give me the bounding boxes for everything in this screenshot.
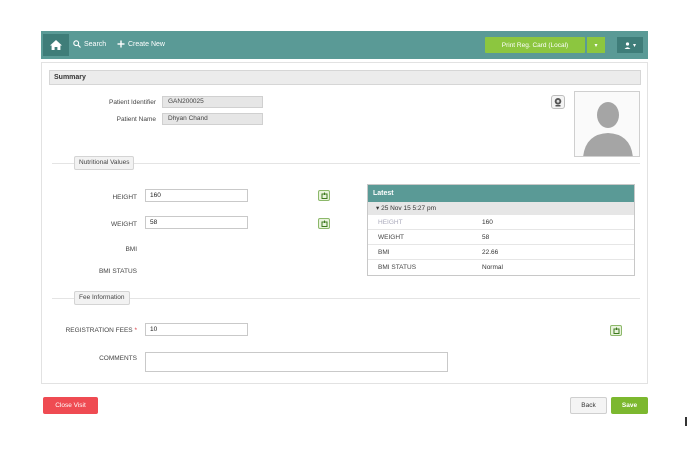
patient-identifier-label: Patient Identifier xyxy=(109,99,156,106)
home-button[interactable] xyxy=(43,34,69,56)
create-new-label: Create New xyxy=(128,40,165,48)
back-button[interactable]: Back xyxy=(570,397,607,414)
latest-row: BMI STATUS Normal xyxy=(368,260,634,275)
latest-row-key: WEIGHT xyxy=(378,234,404,241)
search-label: Search xyxy=(84,40,107,48)
home-icon xyxy=(50,40,62,50)
latest-date: 25 Nov 15 5:27 pm xyxy=(381,205,437,212)
edit-icon xyxy=(321,192,327,199)
user-icon xyxy=(624,41,631,49)
edit-icon xyxy=(613,327,619,334)
latest-row-value: Normal xyxy=(482,264,503,271)
fee-information-tab: Fee Information xyxy=(74,291,130,305)
close-visit-button[interactable]: Close Visit xyxy=(43,397,98,414)
summary-header: Summary xyxy=(49,70,641,85)
required-mark: * xyxy=(134,327,137,334)
weight-input[interactable]: 58 xyxy=(145,216,248,229)
plus-icon xyxy=(117,40,125,48)
avatar-placeholder-icon xyxy=(583,102,633,156)
save-button[interactable]: Save xyxy=(611,397,648,414)
latest-title: Latest xyxy=(368,185,634,202)
create-new-nav[interactable]: Create New xyxy=(117,40,165,48)
latest-row-key: HEIGHT xyxy=(378,219,403,226)
height-label: HEIGHT xyxy=(112,194,137,201)
fee-divider xyxy=(52,298,640,299)
fee-edit-button[interactable] xyxy=(610,325,622,336)
patient-photo xyxy=(574,91,640,157)
latest-row-value: 58 xyxy=(482,234,490,241)
latest-row-value: 22.66 xyxy=(482,249,499,256)
camera-button[interactable] xyxy=(551,95,565,109)
latest-row: WEIGHT 58 xyxy=(368,230,634,245)
caret-down-icon: ▾ xyxy=(376,205,380,212)
comments-textarea[interactable] xyxy=(145,352,448,372)
registration-fees-input[interactable]: 10 xyxy=(145,323,248,336)
latest-date-row[interactable]: ▾ 25 Nov 15 5:27 pm xyxy=(368,202,634,215)
search-icon xyxy=(73,40,81,48)
patient-identifier-value: GAN200025 xyxy=(162,96,263,108)
latest-row: HEIGHT 160 xyxy=(368,215,634,230)
height-edit-button[interactable] xyxy=(318,190,330,201)
patient-name-value: Dhyan Chand xyxy=(162,113,263,125)
bmi-label: BMI xyxy=(125,246,137,253)
latest-row-key: BMI STATUS xyxy=(378,264,417,271)
latest-row: BMI 22.66 xyxy=(368,245,634,260)
latest-row-key: BMI xyxy=(378,249,390,256)
search-nav[interactable]: Search xyxy=(73,40,106,48)
user-menu-button[interactable]: ▾ xyxy=(617,37,643,53)
camera-icon xyxy=(554,98,562,107)
patient-name-label: Patient Name xyxy=(116,116,156,123)
height-input[interactable]: 160 xyxy=(145,189,248,202)
weight-edit-button[interactable] xyxy=(318,218,330,229)
registration-fees-text: REGISTRATION FEES xyxy=(65,327,133,334)
weight-label: WEIGHT xyxy=(111,221,137,228)
edit-icon xyxy=(321,220,327,227)
print-options-dropdown[interactable]: ▾ xyxy=(587,37,605,53)
user-menu-chevron-icon: ▾ xyxy=(632,42,636,49)
print-reg-card-label: Print Reg. Card (Local) xyxy=(501,41,569,49)
latest-vitals-panel: Latest ▾ 25 Nov 15 5:27 pm HEIGHT 160 WE… xyxy=(367,184,635,276)
chevron-down-icon: ▾ xyxy=(594,42,598,49)
nutritional-divider xyxy=(52,163,640,164)
print-reg-card-button[interactable]: Print Reg. Card (Local) xyxy=(485,37,585,53)
cursor-marker xyxy=(685,417,687,426)
nutritional-values-tab: Nutritional Values xyxy=(74,156,135,170)
registration-fees-label: REGISTRATION FEES * xyxy=(48,327,137,334)
bmi-status-label: BMI STATUS xyxy=(98,268,137,275)
top-nav-bar: Search Create New Print Reg. Card (Local… xyxy=(41,31,648,59)
latest-row-value: 160 xyxy=(482,219,493,226)
comments-label: COMMENTS xyxy=(99,355,137,362)
